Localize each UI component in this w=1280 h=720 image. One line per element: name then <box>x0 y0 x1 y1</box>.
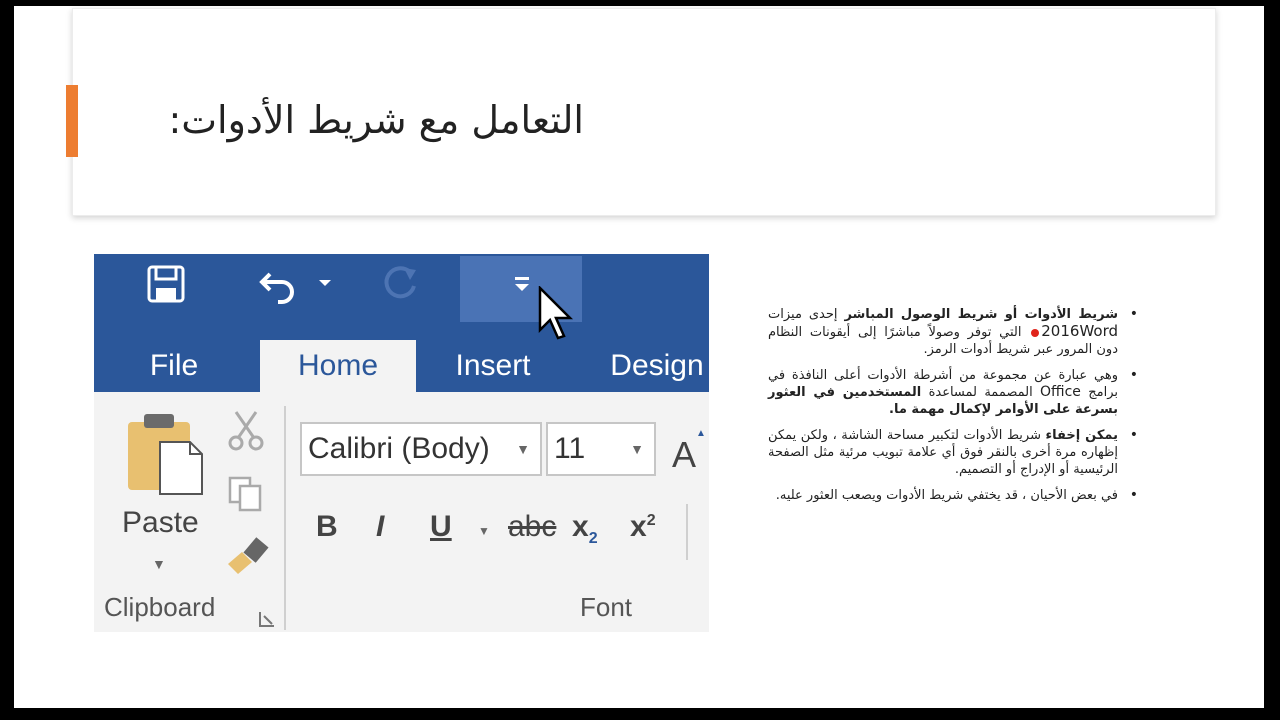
superscript-mark: 2 <box>646 512 656 529</box>
undo-icon[interactable] <box>258 264 302 304</box>
paste-dropdown-icon[interactable]: ▼ <box>152 556 166 572</box>
grow-font-button[interactable]: A <box>672 434 696 476</box>
undo-dropdown-icon[interactable] <box>318 278 332 288</box>
bullet-item: في بعض الأحيان ، قد يختفي شريط الأدوات و… <box>768 487 1140 504</box>
clipboard-launcher-icon[interactable] <box>258 610 276 628</box>
bold-button[interactable]: B <box>316 510 338 544</box>
bullet-list: شريط الأدوات أو شريط الوصول المباشر إحدى… <box>768 306 1140 513</box>
save-icon[interactable] <box>146 264 186 304</box>
ribbon-screenshot: File Home Insert Design Paste ▼ Clipboar… <box>94 254 709 632</box>
superscript-base: x <box>630 510 647 543</box>
strikethrough-button[interactable]: abc <box>508 510 556 544</box>
paste-label[interactable]: Paste <box>122 506 199 540</box>
customize-qat-icon[interactable] <box>512 274 532 294</box>
font-size-combobox[interactable]: 11 ▼ <box>546 422 656 476</box>
font-size-dropdown-icon[interactable]: ▼ <box>630 424 644 474</box>
bullet-bold-lead: شريط الأدوات أو شريط الوصول المباشر <box>844 307 1118 322</box>
slide-title: التعامل مع شريط الأدوات: <box>168 98 584 142</box>
tab-design[interactable]: Design <box>582 340 709 392</box>
cut-icon[interactable] <box>226 410 266 452</box>
tab-insert[interactable]: Insert <box>438 340 548 392</box>
bullet-item: شريط الأدوات أو شريط الوصول المباشر إحدى… <box>768 306 1140 358</box>
tab-home[interactable]: Home <box>260 340 416 392</box>
subscript-base: x <box>572 510 589 543</box>
superscript-button[interactable]: x2 <box>630 510 656 544</box>
bullet-text: في بعض الأحيان ، قد يختفي شريط الأدوات و… <box>775 488 1118 503</box>
office-ref: Office <box>1040 384 1081 400</box>
redo-icon[interactable] <box>380 264 420 304</box>
format-painter-icon[interactable] <box>226 534 270 574</box>
word-ref: 2016Word <box>1041 322 1118 340</box>
font-size-value: 11 <box>554 432 586 465</box>
group-divider <box>284 406 286 630</box>
font-group-label: Font <box>580 592 633 622</box>
pointer-dot <box>1031 328 1040 337</box>
title-accent-bar <box>66 85 78 157</box>
font-divider <box>686 504 688 560</box>
subscript-mark: 2 <box>588 530 598 547</box>
bullet-item: وهي عبارة عن مجموعة من أشرطة الأدوات أعل… <box>768 367 1140 418</box>
bullet-text: إحدى ميزات <box>768 307 845 322</box>
mouse-cursor-icon <box>538 286 574 340</box>
subscript-button[interactable]: x2 <box>572 510 598 548</box>
clipboard-group-label: Clipboard <box>104 592 216 622</box>
font-name-combobox[interactable]: Calibri (Body) ▼ <box>300 422 542 476</box>
bullet-bold-lead: يمكن إخفاء <box>1045 428 1119 443</box>
bullet-text: المصممة لمساعدة <box>921 385 1041 400</box>
font-name-dropdown-icon[interactable]: ▼ <box>516 424 530 474</box>
italic-button[interactable]: I <box>376 510 384 544</box>
copy-icon[interactable] <box>226 474 266 514</box>
paste-icon[interactable] <box>126 412 206 496</box>
underline-dropdown-icon[interactable]: ▼ <box>478 524 490 538</box>
font-name-value: Calibri (Body) <box>308 432 490 465</box>
grow-font-arrow-icon: ▲ <box>696 428 706 439</box>
tab-file[interactable]: File <box>114 340 234 392</box>
bullet-item: يمكن إخفاء شريط الأدوات لتكبير مساحة الش… <box>768 427 1140 478</box>
underline-button[interactable]: U <box>430 510 452 544</box>
